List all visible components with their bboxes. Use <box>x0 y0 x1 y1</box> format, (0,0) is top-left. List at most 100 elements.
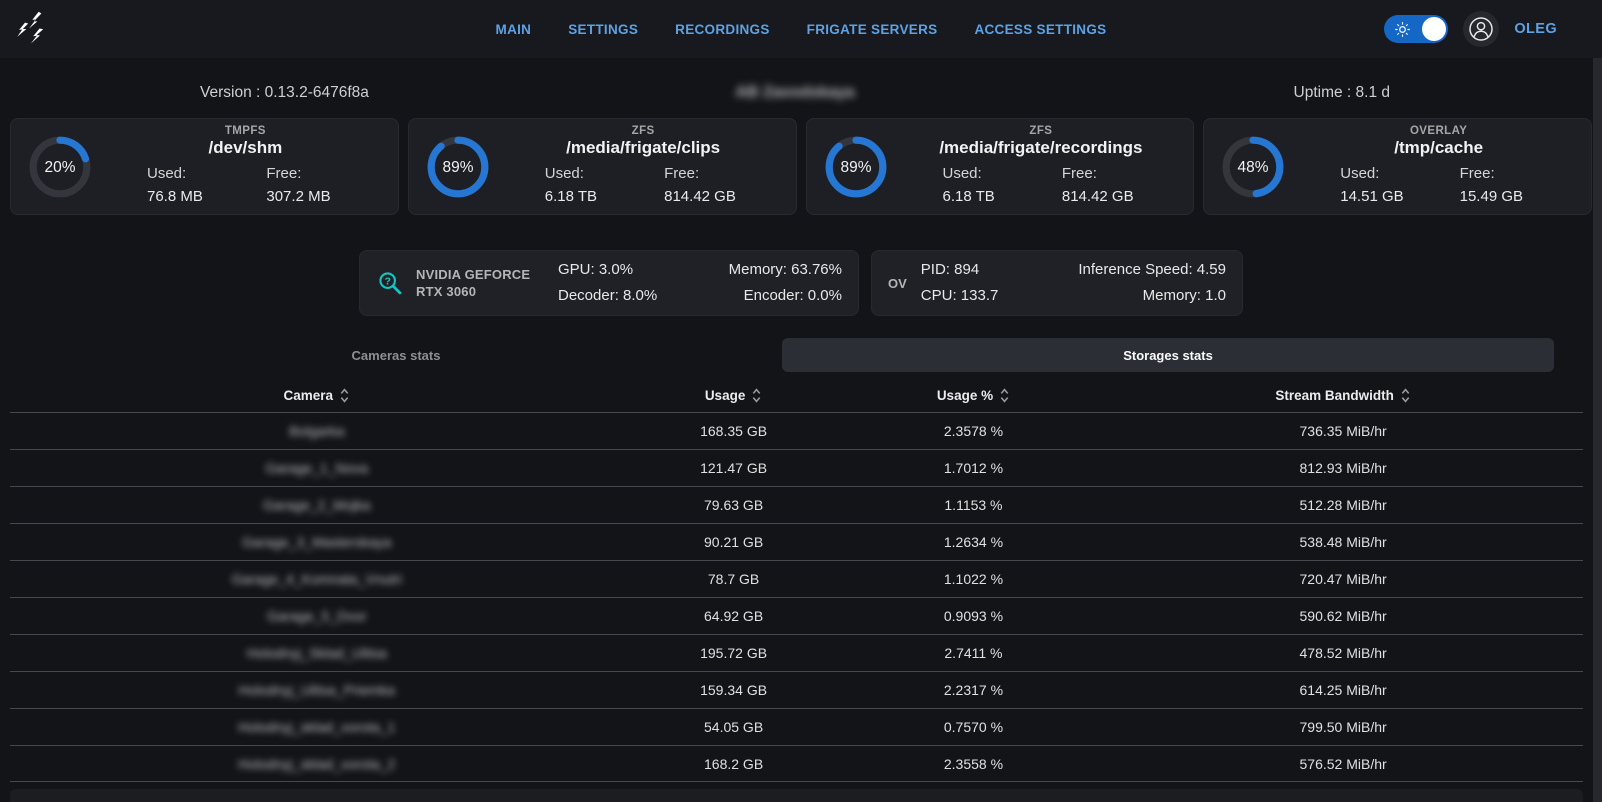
free-value: 814.42 GB <box>664 185 783 208</box>
bandwidth-value: 512.28 MiB/hr <box>1103 497 1583 513</box>
svg-text:20%: 20% <box>45 159 76 176</box>
storage-usage-donut: 20% <box>27 134 93 200</box>
bandwidth-value: 576.52 MiB/hr <box>1103 756 1583 772</box>
usage-value: 159.34 GB <box>623 682 843 698</box>
camera-name: Holodnyj_Ulitsa_Priemka <box>10 682 623 698</box>
usage-percent-value: 1.1022 % <box>844 571 1104 587</box>
user-avatar-icon[interactable] <box>1463 11 1499 47</box>
used-label: Used: <box>943 162 1062 185</box>
table-row: Holodnyj_sklad_vorota_1 54.05 GB 0.7570 … <box>10 708 1583 745</box>
filesystem-type: TMPFS <box>105 125 386 137</box>
svg-text:89%: 89% <box>840 159 871 176</box>
detector-stats-card: OV PID: 894 CPU: 133.7 Inference Speed: … <box>871 250 1243 316</box>
toggle-knob <box>1422 17 1446 41</box>
storage-card-cache: 48% OVERLAY /tmp/cache Used: 14.51 GB Fr… <box>1203 118 1592 215</box>
table-row: Garage_3_Masterskaya 90.21 GB 1.2634 % 5… <box>10 523 1583 560</box>
mount-path: /media/frigate/clips <box>503 138 784 158</box>
mount-path: /media/frigate/recordings <box>901 138 1182 158</box>
theme-toggle-switch[interactable] <box>1384 15 1448 43</box>
stats-tabs: Cameras stats Storages stats <box>10 338 1554 372</box>
storage-info: ZFS /media/frigate/clips Used: 6.18 TB F… <box>503 125 784 208</box>
table-row: Bolgarka 168.35 GB 2.3578 % 736.35 MiB/h… <box>10 412 1583 449</box>
navbar-right-group: OLEG <box>1384 11 1557 47</box>
storage-usage-donut: 89% <box>823 134 889 200</box>
sort-icon <box>751 387 762 404</box>
gpu-usage-stat: GPU: 3.0% <box>558 257 700 283</box>
used-label: Used: <box>1340 162 1459 185</box>
usage-percent-value: 2.2317 % <box>844 682 1104 698</box>
storage-usage-donut: 48% <box>1220 134 1286 200</box>
usage-value: 64.92 GB <box>623 608 843 624</box>
used-value: 6.18 TB <box>545 185 664 208</box>
nav-link-main[interactable]: MAIN <box>496 22 532 37</box>
gpu-memory-stat: Memory: 63.76% <box>700 257 842 283</box>
sun-icon <box>1395 22 1410 37</box>
used-value: 76.8 MB <box>147 185 266 208</box>
storage-usage-donut: 89% <box>425 134 491 200</box>
usage-percent-value: 1.1153 % <box>844 497 1104 513</box>
main-navigation: MAIN SETTINGS RECORDINGS FRIGATE SERVERS… <box>496 22 1107 37</box>
column-header-usage[interactable]: Usage <box>623 387 843 404</box>
sort-icon <box>999 387 1010 404</box>
nav-link-frigate-servers[interactable]: FRIGATE SERVERS <box>807 22 938 37</box>
storage-card-tmpfs: 20% TMPFS /dev/shm Used: 76.8 MB Free: 3… <box>10 118 399 215</box>
mount-path: /tmp/cache <box>1298 138 1579 158</box>
free-label: Free: <box>1460 162 1579 185</box>
gpu-encoder-stat: Encoder: 0.0% <box>700 283 842 309</box>
storage-cards-row: 20% TMPFS /dev/shm Used: 76.8 MB Free: 3… <box>0 114 1602 215</box>
used-label: Used: <box>545 162 664 185</box>
filesystem-type: ZFS <box>503 125 784 137</box>
next-section-edge <box>10 789 1583 802</box>
mount-path: /dev/shm <box>105 138 386 158</box>
column-header-camera[interactable]: Camera <box>10 387 623 404</box>
page-scrollbar[interactable] <box>1593 58 1602 802</box>
gpu-decoder-stat: Decoder: 8.0% <box>558 283 700 309</box>
usage-value: 78.7 GB <box>623 571 843 587</box>
bandwidth-value: 538.48 MiB/hr <box>1103 534 1583 550</box>
username-label[interactable]: OLEG <box>1514 21 1557 37</box>
column-header-bandwidth[interactable]: Stream Bandwidth <box>1103 387 1583 404</box>
detector-inference-stat: Inference Speed: 4.59 <box>1073 257 1226 283</box>
usage-value: 79.63 GB <box>623 497 843 513</box>
table-row: Holodnyj_Sklad_Ulitsa 195.72 GB 2.7411 %… <box>10 634 1583 671</box>
usage-value: 168.2 GB <box>623 756 843 772</box>
uptime-label: Uptime : 8.1 d <box>1294 84 1391 102</box>
camera-name: Holodnyj_sklad_vorota_1 <box>10 719 623 735</box>
usage-percent-value: 0.9093 % <box>844 608 1104 624</box>
camera-name: Garage_5_Dvor <box>10 608 623 624</box>
storage-info: TMPFS /dev/shm Used: 76.8 MB Free: 307.2… <box>105 125 386 208</box>
used-value: 14.51 GB <box>1340 185 1459 208</box>
usage-value: 195.72 GB <box>623 645 843 661</box>
storage-stats-table: Camera Usage Usage % Stream Bandwidth Bo… <box>10 379 1583 782</box>
table-row: Garage_5_Dvor 64.92 GB 0.9093 % 590.62 M… <box>10 597 1583 634</box>
nav-link-access-settings[interactable]: ACCESS SETTINGS <box>974 22 1106 37</box>
table-row: Holodnyj_sklad_vorota_2 168.2 GB 2.3558 … <box>10 745 1583 782</box>
column-header-usage-percent[interactable]: Usage % <box>844 387 1104 404</box>
bandwidth-value: 720.47 MiB/hr <box>1103 571 1583 587</box>
filesystem-type: OVERLAY <box>1298 125 1579 137</box>
free-value: 814.42 GB <box>1062 185 1181 208</box>
camera-name: Holodnyj_sklad_vorota_2 <box>10 756 623 772</box>
gpu-stats-card: ? NVIDIA GEFORCE RTX 3060 GPU: 3.0% Deco… <box>359 250 859 316</box>
frigate-logo-icon[interactable] <box>14 8 56 50</box>
gpu-search-icon: ? <box>376 269 404 297</box>
camera-name: Garage_4_Komnata_Vnutri <box>10 571 623 587</box>
usage-percent-value: 1.2634 % <box>844 534 1104 550</box>
usage-percent-value: 0.7570 % <box>844 719 1104 735</box>
detector-memory-stat: Memory: 1.0 <box>1073 283 1226 309</box>
camera-name: Garage_2_Mojka <box>10 497 623 513</box>
usage-percent-value: 2.7411 % <box>844 645 1104 661</box>
gpu-name-label: NVIDIA GEFORCE RTX 3060 <box>416 266 544 300</box>
tab-storages-stats[interactable]: Storages stats <box>782 338 1554 372</box>
nav-link-settings[interactable]: SETTINGS <box>568 22 638 37</box>
storage-info: OVERLAY /tmp/cache Used: 14.51 GB Free: … <box>1298 125 1579 208</box>
table-row: Garage_1_Nova 121.47 GB 1.7012 % 812.93 … <box>10 449 1583 486</box>
bandwidth-value: 614.25 MiB/hr <box>1103 682 1583 698</box>
tab-cameras-stats[interactable]: Cameras stats <box>10 338 782 372</box>
free-label: Free: <box>266 162 385 185</box>
free-value: 15.49 GB <box>1460 185 1579 208</box>
usage-value: 90.21 GB <box>623 534 843 550</box>
storage-info: ZFS /media/frigate/recordings Used: 6.18… <box>901 125 1182 208</box>
nav-link-recordings[interactable]: RECORDINGS <box>675 22 770 37</box>
bandwidth-value: 799.50 MiB/hr <box>1103 719 1583 735</box>
